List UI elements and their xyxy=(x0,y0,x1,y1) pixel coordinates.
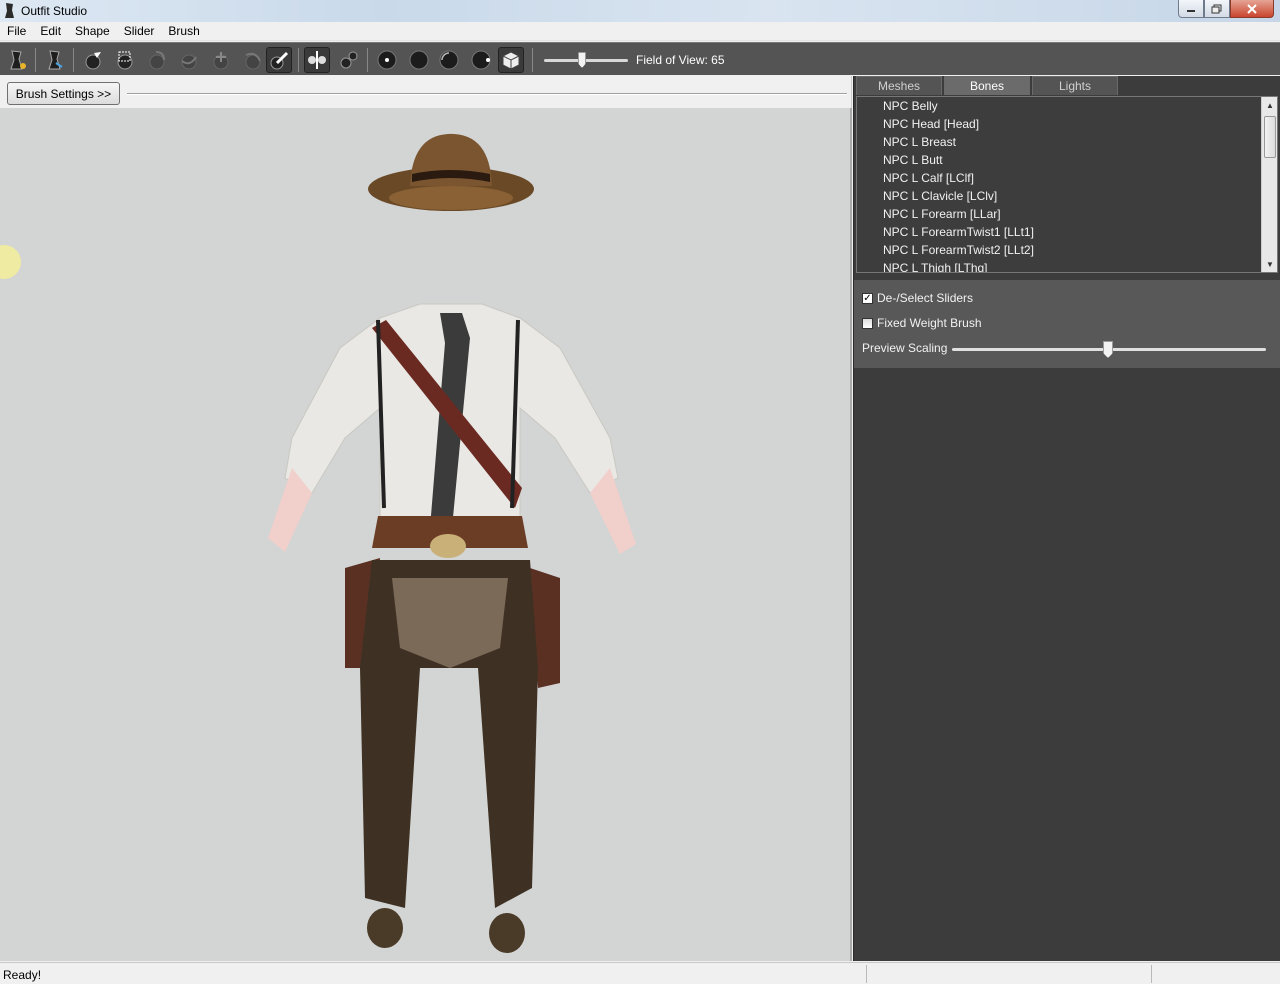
mask-brush-button[interactable] xyxy=(80,47,106,73)
menu-file[interactable]: File xyxy=(0,22,33,40)
list-item[interactable]: NPC L ForearmTwist2 [LLt2] xyxy=(857,241,1277,259)
toolbar: Field of View: 65 xyxy=(0,42,1280,75)
deselect-sliders-checkbox[interactable]: ✓ De-/Select Sliders xyxy=(862,291,973,305)
minimize-button[interactable] xyxy=(1178,0,1204,18)
smooth-brush-icon xyxy=(245,52,261,70)
menu-edit[interactable]: Edit xyxy=(33,22,68,40)
inflate-brush-icon xyxy=(149,51,165,70)
maximize-button[interactable] xyxy=(1204,0,1230,18)
list-item[interactable]: NPC Head [Head] xyxy=(857,115,1277,133)
move-brush-icon xyxy=(213,52,229,70)
brush-size-medium-icon xyxy=(409,50,429,70)
weight-brush-icon xyxy=(270,51,289,70)
scroll-down-icon[interactable]: ▼ xyxy=(1262,256,1277,272)
panel-tabs: Meshes Bones Lights xyxy=(856,76,1120,96)
status-text: Ready! xyxy=(3,968,42,982)
connected-icon xyxy=(340,51,358,69)
bone-list[interactable]: NPC Belly NPC Head [Head] NPC L Breast N… xyxy=(856,96,1278,273)
fov-label: Field of View: 65 xyxy=(636,53,725,67)
list-item[interactable]: NPC L Forearm [LLar] xyxy=(857,205,1277,223)
status-bar: Ready! xyxy=(0,962,1280,984)
restore-icon xyxy=(1211,4,1222,13)
preview-scaling-text: Preview Scaling xyxy=(862,341,948,355)
deflate-brush-icon xyxy=(181,54,197,70)
menu-brush[interactable]: Brush xyxy=(161,22,206,40)
transform-tool-button[interactable] xyxy=(42,47,68,73)
trousers-mesh xyxy=(360,560,538,953)
perspective-view-button[interactable] xyxy=(498,47,524,73)
connected-only-button[interactable] xyxy=(336,47,362,73)
weight-brush-button[interactable] xyxy=(266,47,292,73)
tab-meshes[interactable]: Meshes xyxy=(856,76,942,95)
right-panel: Meshes Bones Lights NPC Belly NPC Head [… xyxy=(853,76,1280,961)
outfit-model xyxy=(0,133,636,953)
brush-size-medium-button[interactable] xyxy=(406,47,432,73)
list-item[interactable]: NPC L Breast xyxy=(857,133,1277,151)
mirror-icon xyxy=(308,51,326,69)
checkbox-checked-icon: ✓ xyxy=(862,292,873,304)
x-mirror-button[interactable] xyxy=(304,47,330,73)
select-tool-button[interactable] xyxy=(4,47,30,73)
close-button[interactable] xyxy=(1230,0,1274,18)
close-icon xyxy=(1247,3,1257,14)
scroll-up-icon[interactable]: ▲ xyxy=(1262,97,1277,113)
bone-list-scrollbar[interactable]: ▲ ▼ xyxy=(1261,97,1277,272)
fixed-weight-brush-checkbox[interactable]: Fixed Weight Brush xyxy=(862,316,982,330)
brush-size-large-icon xyxy=(439,50,459,70)
tab-lights[interactable]: Lights xyxy=(1032,76,1118,95)
list-item[interactable]: NPC L Calf [LClf] xyxy=(857,169,1277,187)
bone-options: ✓ De-/Select Sliders Fixed Weight Brush … xyxy=(854,280,1280,368)
preview-scaling-thumb[interactable] xyxy=(1103,341,1113,358)
deflate-brush-button[interactable] xyxy=(176,47,202,73)
menu-shape[interactable]: Shape xyxy=(68,22,117,40)
brush-size-xlarge-button[interactable] xyxy=(468,47,494,73)
3d-viewport[interactable] xyxy=(0,108,852,961)
light-gizmo[interactable] xyxy=(0,245,21,279)
list-item[interactable]: NPC L Butt xyxy=(857,151,1277,169)
fov-slider-thumb[interactable] xyxy=(578,52,586,68)
brush-size-small-button[interactable] xyxy=(374,47,400,73)
menu-slider[interactable]: Slider xyxy=(117,22,162,40)
brush-settings-button[interactable]: Brush Settings >> xyxy=(7,82,120,105)
inflate-brush-button[interactable] xyxy=(144,47,170,73)
brush-settings-divider xyxy=(127,93,847,95)
deselect-sliders-label: De-/Select Sliders xyxy=(877,291,974,305)
brush-settings-bar: Brush Settings >> xyxy=(0,76,852,108)
select-area-button[interactable] xyxy=(112,47,138,73)
select-area-icon xyxy=(117,51,133,70)
fixed-weight-brush-label: Fixed Weight Brush xyxy=(877,316,982,330)
preview-scaling-label: Preview Scaling xyxy=(862,341,947,355)
app-icon xyxy=(5,3,14,18)
checkbox-unchecked-icon xyxy=(862,317,873,329)
window-title: Outfit Studio xyxy=(21,4,88,18)
list-item[interactable]: NPC Belly xyxy=(857,97,1277,115)
fov-slider-track[interactable] xyxy=(544,59,628,62)
hat-mesh xyxy=(368,133,534,211)
tab-bones[interactable]: Bones xyxy=(944,76,1030,95)
move-brush-button[interactable] xyxy=(208,47,234,73)
smooth-brush-button[interactable] xyxy=(240,47,266,73)
title-bar: Outfit Studio xyxy=(0,0,1280,22)
cube-icon xyxy=(502,51,520,70)
list-item[interactable]: NPC L ForearmTwist1 [LLt1] xyxy=(857,223,1277,241)
brush-size-xlarge-icon xyxy=(471,50,491,70)
list-item[interactable]: NPC L Clavicle [LClv] xyxy=(857,187,1277,205)
scrollbar-thumb[interactable] xyxy=(1264,116,1276,158)
outfit-transform-icon xyxy=(48,50,63,70)
menu-bar: File Edit Shape Slider Brush xyxy=(0,22,1280,41)
minimize-icon xyxy=(1187,9,1195,12)
brush-size-large-button[interactable] xyxy=(436,47,462,73)
brush-size-small-icon xyxy=(377,50,397,70)
list-item[interactable]: NPC L Thigh [LThg] xyxy=(857,259,1277,272)
mask-brush-icon xyxy=(85,52,101,70)
outfit-select-icon xyxy=(10,50,26,70)
